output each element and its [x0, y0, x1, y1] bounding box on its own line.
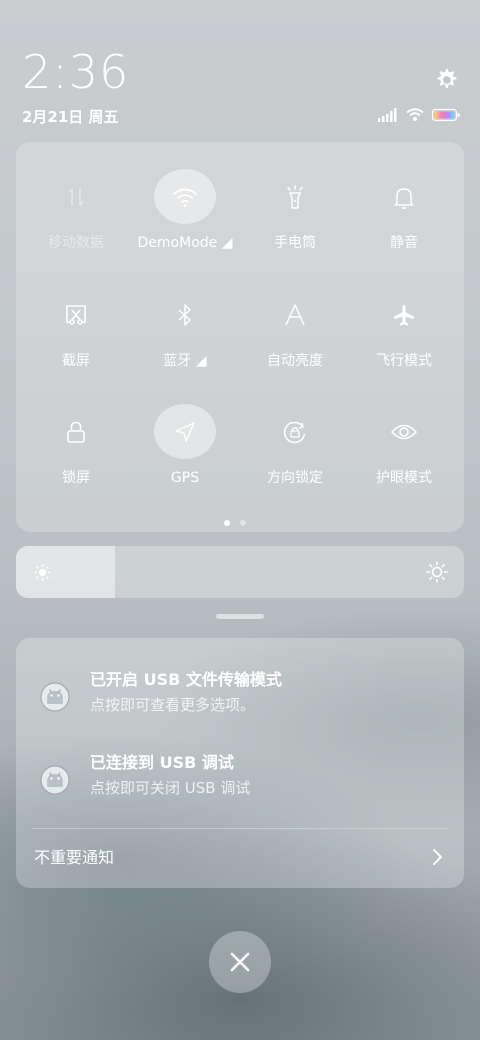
tile-label: 自动亮度 [267, 353, 323, 369]
brightness-low-icon [34, 564, 51, 581]
tile-silent[interactable]: 静音 [349, 142, 459, 252]
tile-screenshot[interactable]: 截屏 [21, 260, 131, 370]
mobile-data-icon [45, 169, 107, 224]
date: 2月21日 周五 [22, 108, 119, 126]
eye-icon [373, 404, 435, 459]
tile-label: 蓝牙 ◢ [163, 353, 207, 369]
status-bar-icons [378, 108, 460, 122]
tile-label: 方向锁定 [267, 470, 323, 486]
wifi-status-icon [406, 108, 424, 121]
android-icon [40, 765, 70, 795]
close-icon [230, 952, 250, 972]
tile-label: 护眼模式 [376, 470, 432, 486]
battery-icon [432, 108, 460, 122]
brightness-fill [16, 546, 115, 598]
tile-label: 移动数据 [48, 235, 104, 251]
tile-auto-brightness[interactable]: 自动亮度 [240, 260, 350, 370]
tile-label: GPS [170, 470, 200, 486]
tile-label: DemoMode ◢ [137, 235, 233, 251]
settings-gear-icon[interactable] [432, 66, 460, 94]
screenshot-icon [45, 287, 107, 342]
bluetooth-icon [154, 287, 216, 342]
tile-lock-screen[interactable]: 锁屏 [21, 377, 131, 487]
signal-icon [378, 108, 397, 122]
wifi-icon [154, 169, 216, 224]
notification-title: 已开启 USB 文件传输模式 [90, 670, 282, 689]
tile-label: 手电筒 [274, 235, 316, 251]
notification-subtitle: 点按即可查看更多选项。 [90, 696, 256, 714]
unimportant-notifications-label: 不重要通知 [34, 848, 115, 867]
tile-wifi[interactable]: DemoMode ◢ [130, 142, 240, 252]
tile-label: 截屏 [62, 353, 90, 369]
tile-flashlight[interactable]: 手电筒 [240, 142, 350, 252]
rotation-lock-icon [264, 404, 326, 459]
clock: 2:36 [22, 45, 130, 99]
tile-bluetooth[interactable]: 蓝牙 ◢ [130, 260, 240, 370]
unimportant-notifications-row[interactable]: 不重要通知 [16, 834, 464, 884]
page-indicator [224, 520, 246, 526]
brightness-slider[interactable] [16, 546, 464, 598]
notification-title: 已连接到 USB 调试 [90, 753, 234, 772]
auto-brightness-icon [264, 287, 326, 342]
tile-label: 锁屏 [62, 470, 90, 486]
tile-label: 飞行模式 [376, 353, 432, 369]
tile-airplane-mode[interactable]: 飞行模式 [349, 260, 459, 370]
drag-handle[interactable] [216, 614, 264, 619]
flashlight-icon [264, 169, 326, 224]
tile-eye-care[interactable]: 护眼模式 [349, 377, 459, 487]
divider [32, 828, 448, 829]
brightness-high-icon [426, 561, 448, 583]
gps-icon [154, 404, 216, 459]
tile-gps[interactable]: GPS [130, 377, 240, 487]
quick-settings-panel: 移动数据 DemoMode ◢ 手电筒 静音 截屏 蓝牙 ◢ 自动亮度 飞行模式… [16, 142, 464, 532]
close-button[interactable] [209, 931, 271, 993]
tile-mobile-data[interactable]: 移动数据 [21, 142, 131, 252]
notification-usb-debugging[interactable]: 已连接到 USB 调试 点按即可关闭 USB 调试 [16, 747, 464, 817]
chevron-right-icon [433, 849, 442, 865]
bell-icon [373, 169, 435, 224]
page-dot-active [224, 520, 230, 526]
page-dot [240, 520, 246, 526]
notification-panel: 已开启 USB 文件传输模式 点按即可查看更多选项。 已连接到 USB 调试 点… [16, 638, 464, 888]
tile-label: 静音 [390, 235, 418, 251]
android-icon [40, 682, 70, 712]
lock-icon [45, 404, 107, 459]
notification-usb-file-transfer[interactable]: 已开启 USB 文件传输模式 点按即可查看更多选项。 [16, 664, 464, 734]
tile-rotation-lock[interactable]: 方向锁定 [240, 377, 350, 487]
notification-subtitle: 点按即可关闭 USB 调试 [90, 779, 251, 797]
airplane-icon [373, 287, 435, 342]
